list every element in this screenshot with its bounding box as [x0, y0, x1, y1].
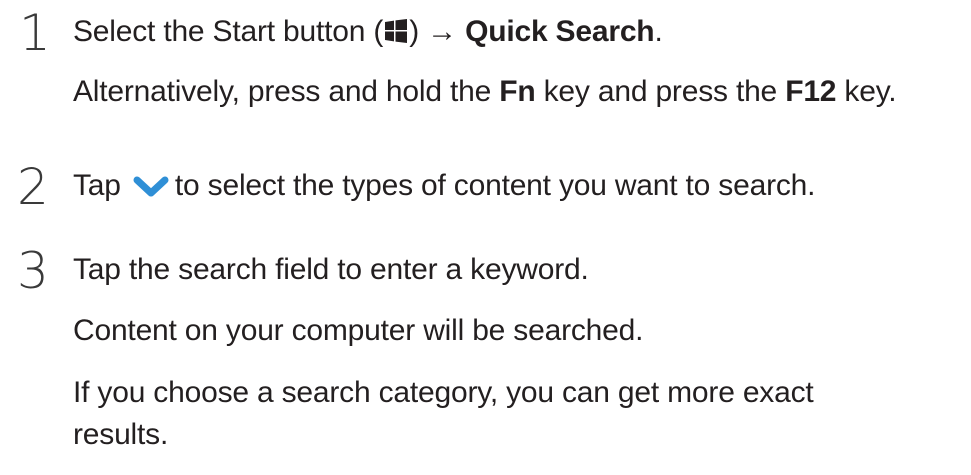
- step-1-alt-part2: key and press the: [535, 75, 786, 108]
- step-1-text: Select the Start button ( ) → Quick Searc…: [73, 15, 663, 49]
- step-3-category-text-cont: results.: [73, 418, 169, 451]
- step-2-text-before: Tap: [73, 169, 129, 202]
- step-3-text: Tap the search field to enter a keyword.: [73, 253, 589, 286]
- quick-search-label: Quick Search: [465, 15, 655, 48]
- step-1-alt-text: Alternatively, press and hold the Fn key…: [73, 75, 897, 109]
- step-1-text-end: .: [654, 15, 663, 48]
- step-1-alt-part3: key.: [836, 75, 897, 108]
- step-number-2: 2: [17, 158, 49, 216]
- step-1-text-after: ) →: [409, 15, 466, 48]
- step-3-result-text: Content on your computer will be searche…: [73, 314, 644, 347]
- step-1-text-before: Select the Start button (: [73, 15, 384, 48]
- step-number-1: 1: [19, 4, 51, 62]
- step-3-category-text: If you choose a search category, you can…: [73, 376, 814, 409]
- step-2-text: Tap to select the types of content you w…: [73, 169, 815, 203]
- step-1-alt-part1: Alternatively, press and hold the: [73, 75, 500, 108]
- chevron-down-icon: [133, 176, 169, 197]
- f12-key-label: F12: [785, 75, 837, 108]
- fn-key-label: Fn: [499, 75, 536, 108]
- step-2-text-after: to select the types of content you want …: [174, 169, 816, 202]
- windows-logo-icon: [385, 19, 408, 43]
- step-number-3: 3: [17, 242, 49, 300]
